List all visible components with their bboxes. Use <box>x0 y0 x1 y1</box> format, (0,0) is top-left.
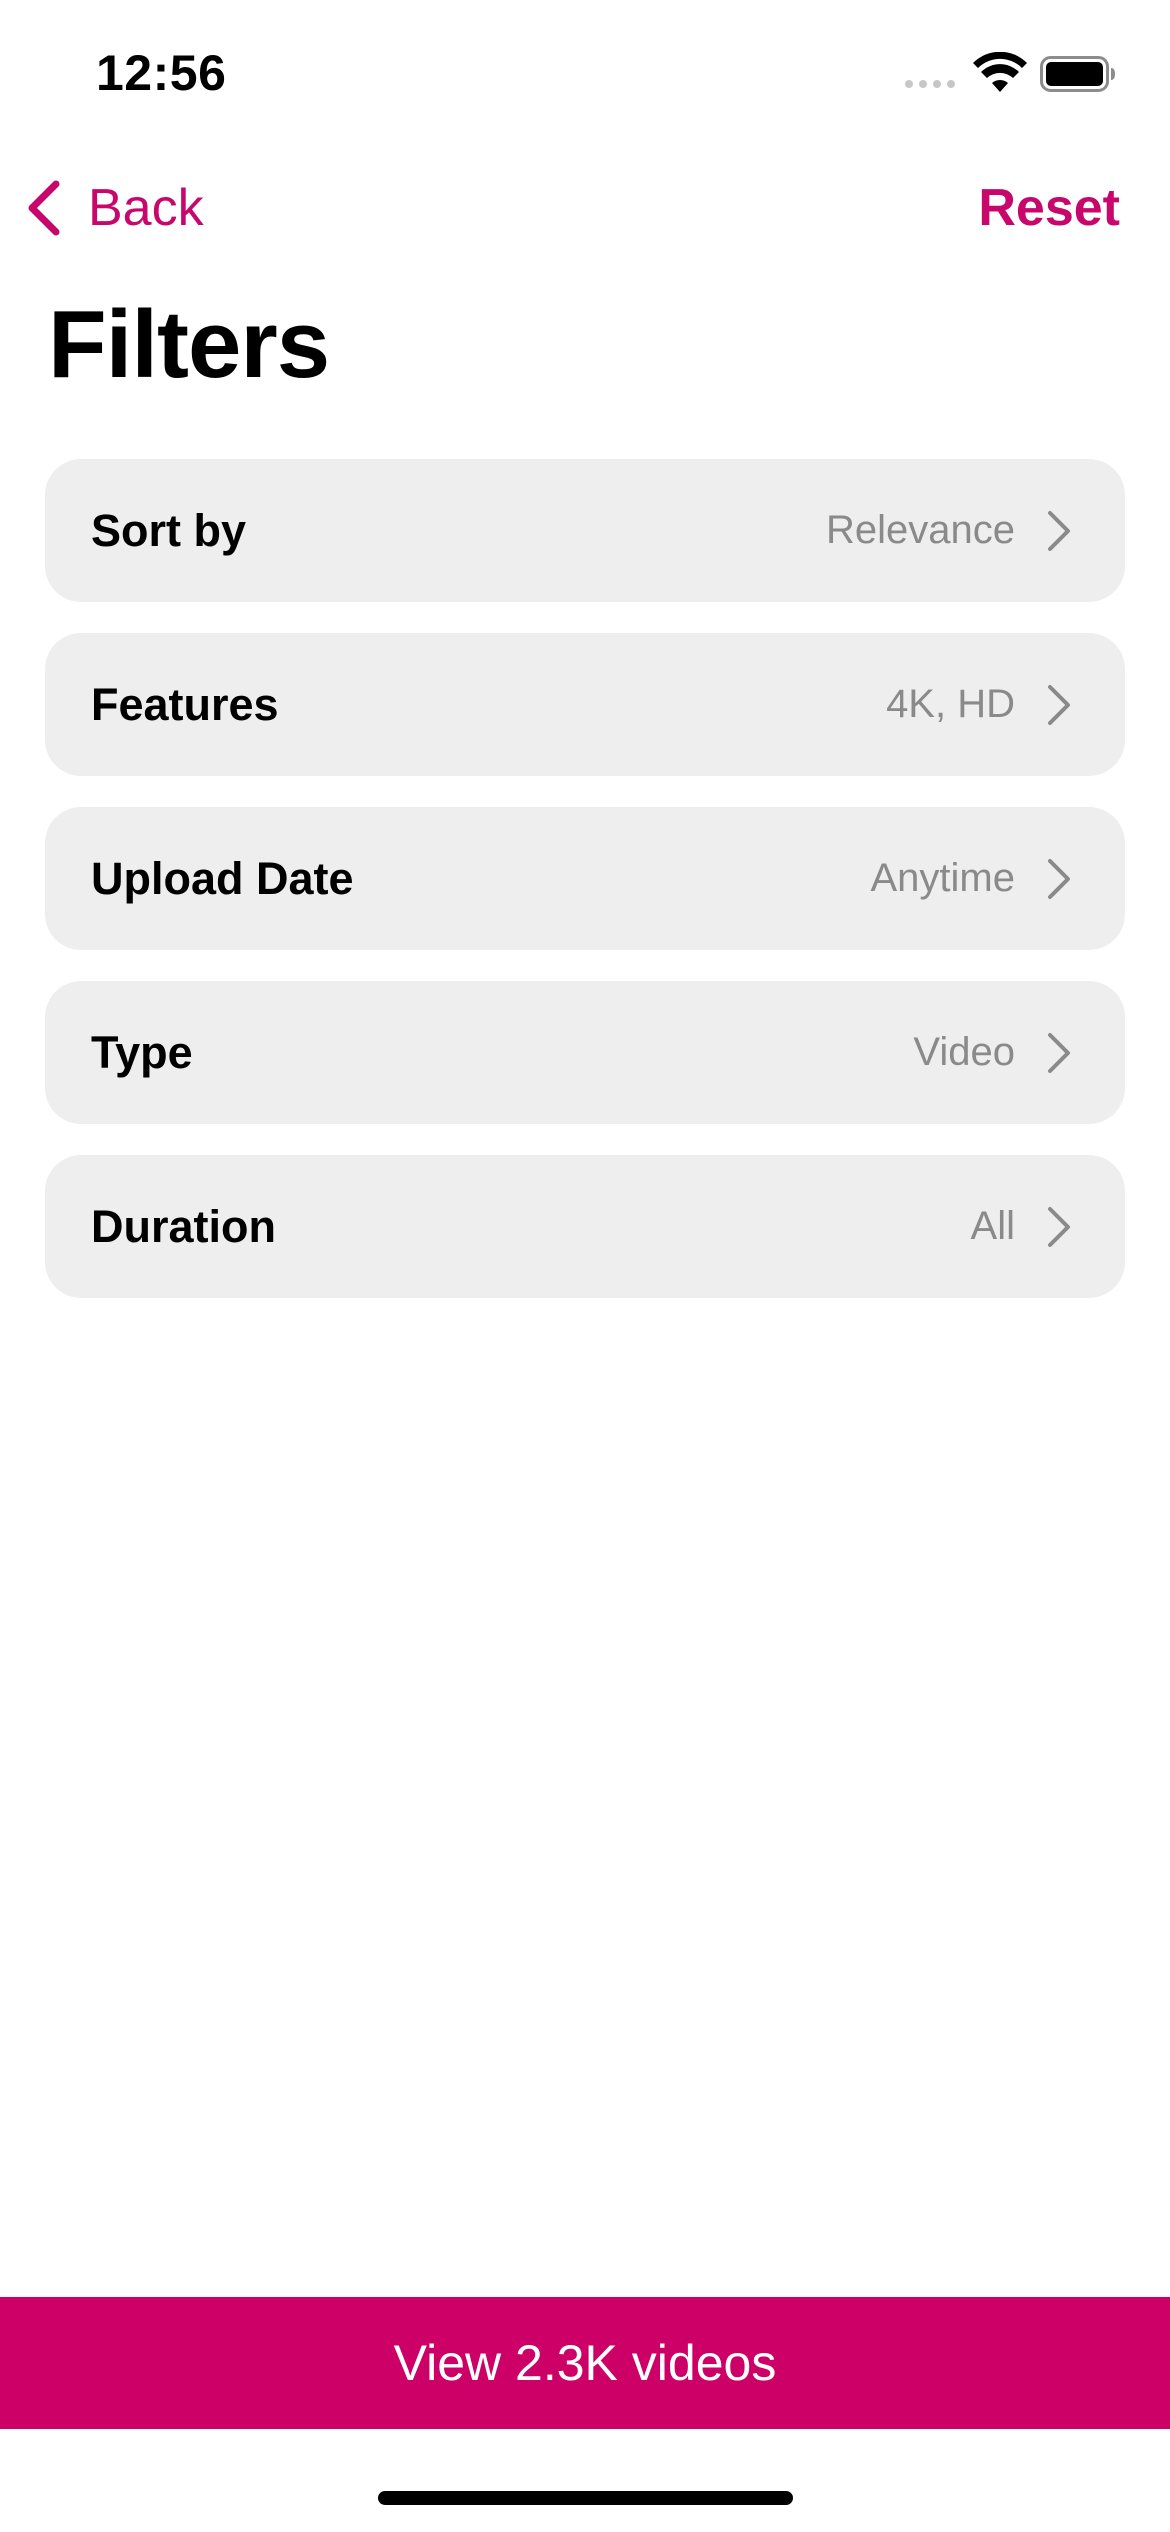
filter-row-duration[interactable]: Duration All <box>45 1155 1125 1298</box>
status-time: 12:56 <box>96 45 227 101</box>
filter-row-type[interactable]: Type Video <box>45 981 1125 1124</box>
page-title: Filters <box>48 291 330 398</box>
filter-value: Video <box>913 1030 1015 1074</box>
reset-button[interactable]: Reset <box>978 170 1120 246</box>
status-bar: 12:56 <box>0 0 1170 150</box>
filter-value: All <box>970 1204 1015 1248</box>
filter-value: Relevance <box>825 508 1015 552</box>
chevron-right-icon <box>1048 1206 1070 1247</box>
filter-row-features[interactable]: Features 4K, HD <box>45 633 1125 776</box>
wifi-icon <box>973 52 1027 92</box>
filter-row-sort-by[interactable]: Sort by Relevance <box>45 459 1125 602</box>
chevron-right-icon <box>1048 510 1070 551</box>
chevron-right-icon <box>1048 858 1070 899</box>
filter-value: Anytime <box>870 856 1016 900</box>
chevron-right-icon <box>1048 1032 1070 1073</box>
filter-value: 4K, HD <box>886 682 1015 726</box>
signal-icon <box>905 80 955 88</box>
filter-label: Type <box>91 1026 193 1078</box>
view-videos-button[interactable]: View 2.3K videos <box>0 2297 1170 2429</box>
filter-label: Features <box>91 678 279 730</box>
filter-label: Duration <box>91 1200 276 1252</box>
filter-label: Sort by <box>91 504 247 556</box>
battery-icon <box>1040 56 1115 92</box>
back-button-label: Back <box>88 179 204 237</box>
back-button[interactable]: Back <box>24 170 204 246</box>
filter-label: Upload Date <box>91 852 354 904</box>
chevron-left-icon <box>28 180 60 236</box>
chevron-right-icon <box>1048 684 1070 725</box>
filter-row-upload-date[interactable]: Upload Date Anytime <box>45 807 1125 950</box>
filter-list: Sort by Relevance Features 4K, HD Upload… <box>45 459 1125 1329</box>
home-indicator[interactable] <box>378 2491 793 2505</box>
